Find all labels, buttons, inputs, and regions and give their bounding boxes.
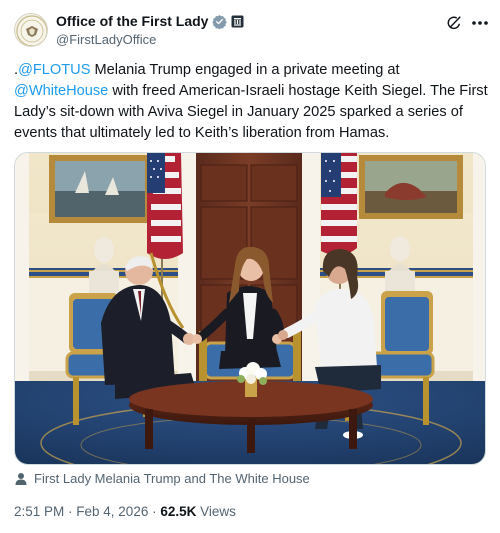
photo-credit-text[interactable]: First Lady Melania Trump and The White H… (34, 471, 310, 486)
tweet-header: Office of the First Lady @FirstLadyOffic… (0, 0, 500, 60)
mention-whitehouse-link[interactable]: @WhiteHouse (14, 83, 108, 99)
avatar[interactable] (14, 13, 48, 47)
tweet-photo[interactable] (14, 152, 486, 465)
display-name[interactable]: Office of the First Lady (56, 13, 208, 29)
person-icon (15, 472, 27, 485)
grok-icon[interactable] (445, 14, 463, 32)
meta-separator: · (64, 504, 77, 519)
handle[interactable]: @FirstLadyOffice (56, 32, 156, 47)
tweet-time[interactable]: 2:51 PM (14, 504, 64, 519)
name-row: Office of the First Lady (56, 13, 244, 29)
tweet-text-part: Melania Trump engaged in a private meeti… (90, 62, 400, 78)
meta-separator: · (148, 504, 161, 519)
mention-flotus-link[interactable]: @FLOTUS (18, 62, 90, 78)
photo-credit[interactable]: First Lady Melania Trump and The White H… (14, 471, 310, 486)
tweet-meta: 2:51 PM · Feb 4, 2026 · 62.5K Views (14, 504, 236, 519)
meeting-photo (15, 153, 485, 464)
verified-badge-icon[interactable] (212, 14, 228, 29)
government-affiliation-icon[interactable] (231, 15, 244, 28)
more-options-icon[interactable] (470, 14, 490, 32)
seal-icon (16, 15, 47, 46)
views-count[interactable]: 62.5K (160, 504, 196, 519)
views-label: Views (200, 504, 236, 519)
tweet-date[interactable]: Feb 4, 2026 (76, 504, 148, 519)
tweet-text: .@FLOTUS Melania Trump engaged in a priv… (14, 60, 494, 144)
